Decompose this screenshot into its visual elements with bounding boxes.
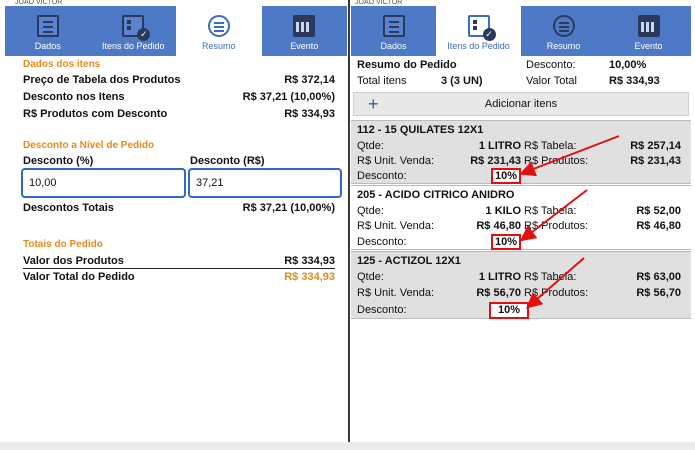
desconto-rs-input[interactable]: 37,21 — [188, 168, 342, 198]
desconto-rs-label: Desconto (R$) — [190, 155, 265, 167]
desconto-itens-value: R$ 37,21 (10,00%) — [242, 91, 335, 103]
annotation-arrow — [519, 189, 588, 242]
tab-evento[interactable]: Evento — [261, 6, 347, 56]
checklist-icon — [122, 15, 151, 41]
produtos-desconto-value: R$ 334,93 — [284, 108, 335, 120]
preco-tabela-label: Preço de Tabela dos Produtos — [23, 74, 181, 86]
divider — [23, 268, 335, 269]
summary-icon — [207, 15, 230, 37]
tab-label: Itens do Pedido — [101, 41, 165, 51]
annotation-arrows — [519, 135, 620, 309]
bottom-strip — [0, 442, 695, 450]
document-icon — [36, 15, 59, 37]
valor-total-label: Valor Total do Pedido — [23, 271, 135, 283]
valor-total-value: R$ 334,93 — [284, 271, 335, 283]
items-section-heading: Dados dos itens — [23, 59, 101, 70]
tab-resumo[interactable]: Resumo — [176, 6, 262, 56]
left-screen: JOAO VICTOR Dados Itens do Pedido Resumo… — [5, 0, 347, 442]
descontos-totais-label: Descontos Totais — [23, 202, 114, 214]
produtos-desconto-label: R$ Produtos com Desconto — [23, 108, 168, 120]
descontos-totais-row: Descontos Totais R$ 37,21 (10,00%) — [23, 201, 335, 215]
valor-produtos-row: Valor dos Produtos R$ 334,93 — [23, 254, 335, 268]
descontos-totais-value: R$ 37,21 (10,00%) — [242, 202, 335, 214]
valor-total-row: Valor Total do Pedido R$ 334,93 — [23, 270, 335, 284]
desconto-pct-label: Desconto (%) — [23, 155, 94, 167]
valor-produtos-label: Valor dos Produtos — [23, 255, 124, 267]
valor-produtos-value: R$ 334,93 — [284, 255, 335, 267]
left-tab-bar: Dados Itens do Pedido Resumo Evento — [5, 6, 347, 56]
desconto-itens-row: Desconto nos Itens R$ 37,21 (10,00%) — [23, 90, 335, 104]
tab-dados[interactable]: Dados — [5, 6, 91, 56]
produtos-desconto-row: R$ Produtos com Desconto R$ 334,93 — [23, 107, 335, 121]
preco-tabela-row: Preço de Tabela dos Produtos R$ 372,14 — [23, 73, 335, 87]
order-discount-heading: Desconto a Nível de Pedido — [23, 140, 155, 151]
desconto-itens-label: Desconto nos Itens — [23, 91, 125, 103]
annotation-arrow — [519, 135, 620, 177]
tab-label: Dados — [34, 41, 61, 51]
tab-itens-do-pedido[interactable]: Itens do Pedido — [90, 6, 176, 56]
preco-tabela-value: R$ 372,14 — [284, 74, 335, 86]
panel-divider — [348, 0, 350, 442]
tab-label: Resumo — [201, 41, 236, 51]
calendar-icon — [293, 15, 316, 37]
tab-label: Evento — [290, 41, 319, 51]
desconto-pct-input[interactable]: 10,00 — [21, 168, 186, 198]
totals-section-heading: Totais do Pedido — [23, 239, 103, 250]
annotation-arrow — [525, 257, 585, 309]
